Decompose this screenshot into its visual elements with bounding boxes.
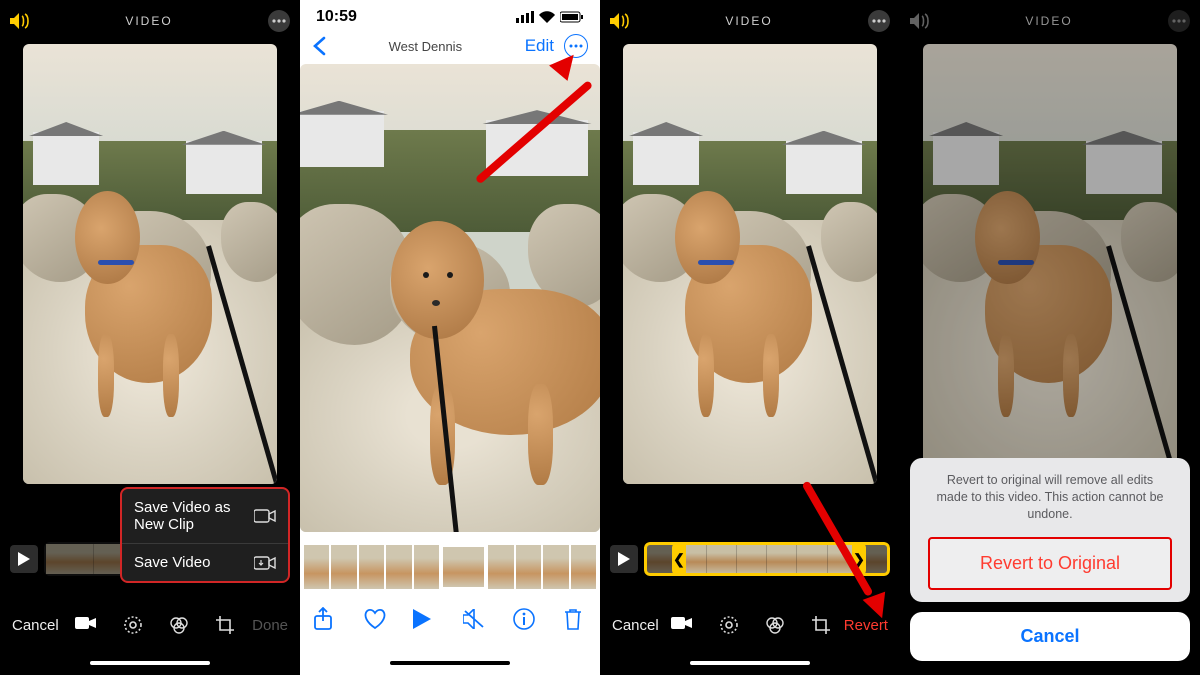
status-icons bbox=[516, 11, 584, 23]
mode-title: VIDEO bbox=[125, 14, 172, 28]
trim-handle-left[interactable]: ❮ bbox=[672, 542, 686, 576]
editor-panel-save-menu: VIDEO Save Video as New Cli bbox=[0, 0, 300, 675]
adjust-tool-icon[interactable] bbox=[123, 615, 143, 635]
play-icon[interactable] bbox=[413, 609, 437, 629]
mute-icon[interactable] bbox=[463, 609, 487, 629]
trash-icon[interactable] bbox=[563, 608, 587, 630]
revert-to-original-button[interactable]: Revert to Original bbox=[928, 537, 1172, 590]
home-indicator[interactable] bbox=[390, 661, 510, 665]
favorite-icon[interactable] bbox=[363, 608, 387, 630]
play-button[interactable] bbox=[10, 545, 38, 573]
save-as-new-clip-label: Save Video as New Clip bbox=[134, 499, 254, 533]
more-icon[interactable] bbox=[268, 10, 290, 32]
play-button[interactable] bbox=[610, 545, 638, 573]
editor-panel-revert-sheet: VIDEO Revert to original will remove all… bbox=[900, 0, 1200, 675]
done-button: Done bbox=[252, 617, 288, 634]
save-menu: Save Video as New Clip Save Video bbox=[120, 487, 290, 583]
action-sheet: Revert to original will remove all edits… bbox=[910, 458, 1190, 661]
home-indicator[interactable] bbox=[690, 661, 810, 665]
volume-icon[interactable] bbox=[610, 13, 630, 29]
mode-title: VIDEO bbox=[725, 14, 772, 28]
video-preview[interactable] bbox=[623, 44, 877, 484]
video-preview bbox=[923, 44, 1177, 484]
filters-tool-icon[interactable] bbox=[169, 615, 189, 635]
editor-panel-revert: VIDEO bbox=[600, 0, 900, 675]
save-as-new-clip[interactable]: Save Video as New Clip bbox=[122, 489, 288, 544]
mode-title: VIDEO bbox=[1025, 14, 1072, 28]
video-tool-icon[interactable] bbox=[75, 615, 97, 635]
info-icon[interactable] bbox=[513, 608, 537, 630]
thumbnail-strip[interactable] bbox=[300, 545, 600, 589]
cancel-button[interactable]: Cancel bbox=[612, 617, 659, 634]
crop-tool-icon[interactable] bbox=[811, 615, 831, 635]
share-icon[interactable] bbox=[313, 607, 337, 631]
volume-icon[interactable] bbox=[10, 13, 30, 29]
filters-tool-icon[interactable] bbox=[765, 615, 785, 635]
crop-tool-icon[interactable] bbox=[215, 615, 235, 635]
revert-button[interactable]: Revert bbox=[844, 617, 888, 634]
sheet-cancel-button[interactable]: Cancel bbox=[910, 612, 1190, 661]
photos-viewer-panel: 10:59 West Dennis Edit bbox=[300, 0, 600, 675]
location-title: West Dennis bbox=[389, 39, 462, 54]
volume-icon bbox=[910, 13, 930, 29]
more-circle-icon[interactable] bbox=[564, 34, 588, 58]
home-indicator[interactable] bbox=[90, 661, 210, 665]
timeline-scrubber[interactable]: ❮ ❯ bbox=[644, 542, 890, 576]
edit-button[interactable]: Edit bbox=[525, 36, 554, 56]
camera-plus-icon bbox=[254, 508, 276, 524]
video-tool-icon[interactable] bbox=[671, 615, 693, 635]
cancel-button[interactable]: Cancel bbox=[12, 617, 59, 634]
back-button[interactable] bbox=[312, 36, 326, 56]
more-icon[interactable] bbox=[868, 10, 890, 32]
camera-down-icon bbox=[254, 555, 276, 571]
more-icon bbox=[1168, 10, 1190, 32]
photo-main[interactable] bbox=[300, 64, 600, 532]
video-preview[interactable] bbox=[23, 44, 277, 484]
sheet-message: Revert to original will remove all edits… bbox=[910, 458, 1190, 537]
adjust-tool-icon[interactable] bbox=[719, 615, 739, 635]
save-video-label: Save Video bbox=[134, 554, 210, 571]
status-time: 10:59 bbox=[316, 8, 357, 26]
save-video[interactable]: Save Video bbox=[122, 544, 288, 581]
trim-handle-right[interactable]: ❯ bbox=[852, 542, 866, 576]
